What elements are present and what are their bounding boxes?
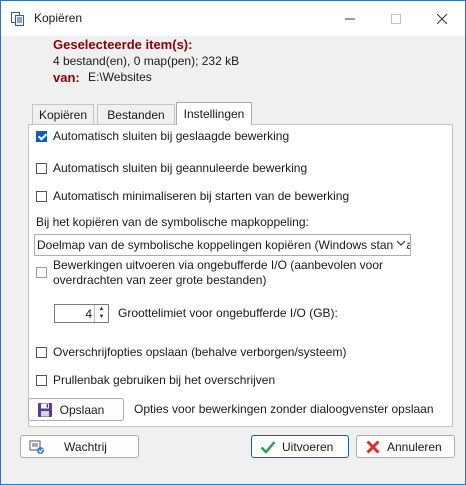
spin-up-icon[interactable]: ▲ [95, 305, 108, 313]
chevron-down-icon [394, 238, 406, 251]
copy-files-icon [11, 12, 24, 26]
cancel-button[interactable]: Annuleren [356, 435, 455, 458]
queue-icon [29, 440, 44, 454]
tab-label: Bestanden [107, 108, 165, 122]
close-button[interactable] [419, 1, 465, 36]
cancel-x-icon [366, 439, 380, 454]
cancel-label: Annuleren [387, 439, 442, 454]
save-overwrite-label: Overschrijfopties opslaan (behalve verbo… [53, 345, 347, 359]
tab-instellingen[interactable]: Instellingen [176, 102, 252, 125]
tab-label: Instellingen [183, 107, 245, 121]
auto-close-cancel-label: Automatisch sluiten bij geannuleerde bew… [53, 161, 308, 175]
save-options-note: Opties voor bewerkingen zonder dialoogve… [134, 402, 434, 416]
auto-minimize-checkbox[interactable] [36, 190, 47, 202]
symlink-label: Bij het kopiëren van de symbolische mapk… [36, 215, 309, 229]
auto-close-success-label: Automatisch sluiten bij geslaagde bewerk… [53, 129, 290, 143]
close-icon [437, 13, 447, 24]
auto-minimize-option[interactable]: Automatisch minimaliseren bij starten va… [36, 188, 349, 204]
floppy-disk-icon [38, 402, 52, 417]
source-path: E:\Websites [88, 70, 152, 84]
maximize-button [373, 1, 419, 36]
selected-items-value: 4 bestand(en), 0 map(pen); 232 kB [53, 54, 240, 68]
unbuffered-label: Bewerkingen uitvoeren via ongebufferde I… [53, 258, 383, 287]
recycle-bin-option[interactable]: Prullenbak gebruiken bij het overschrijv… [36, 372, 275, 388]
minimize-button[interactable] [327, 1, 373, 36]
save-overwrite-checkbox[interactable] [36, 346, 47, 358]
auto-close-success-checkbox[interactable] [36, 130, 47, 142]
auto-close-cancel-option[interactable]: Automatisch sluiten bij geannuleerde bew… [36, 160, 307, 176]
save-overwrite-option[interactable]: Overschrijfopties opslaan (behalve verbo… [36, 344, 346, 360]
buffer-limit-spinner[interactable]: 4 ▲ ▼ [54, 304, 109, 323]
checkmark-icon [260, 440, 276, 454]
queue-button[interactable]: Wachtrij [20, 435, 139, 458]
execute-button[interactable]: Uitvoeren [251, 435, 349, 458]
symlink-dropdown-value: Doelmap van de symbolische koppelingen k… [37, 238, 411, 252]
recycle-bin-label: Prullenbak gebruiken bij het overschrijv… [53, 373, 276, 387]
auto-close-success-option[interactable]: Automatisch sluiten bij geslaagde bewerk… [36, 128, 289, 144]
title-bar[interactable]: Kopiëren [1, 1, 465, 36]
unbuffered-checkbox[interactable] [36, 267, 47, 278]
tab-bestanden[interactable]: Bestanden [97, 104, 175, 124]
recycle-bin-checkbox[interactable] [36, 374, 47, 386]
symlink-dropdown[interactable]: Doelmap van de symbolische koppelingen k… [34, 234, 411, 256]
save-options-label: Opslaan [59, 402, 105, 417]
tab-kopieren[interactable]: Kopiëren [32, 104, 94, 124]
source-label: van: [53, 70, 80, 85]
execute-label: Uitvoeren [282, 439, 334, 454]
spin-down-icon[interactable]: ▼ [95, 313, 108, 321]
buffer-limit-value[interactable]: 4 [85, 307, 92, 321]
tab-label: Kopiëren [38, 108, 88, 122]
selected-items-label: Geselecteerde item(s): [53, 37, 193, 52]
minimize-icon [345, 18, 355, 19]
copy-dialog-window: Kopiëren Geselecteerde item(s): 4 bestan… [0, 0, 466, 485]
auto-minimize-label: Automatisch minimaliseren bij starten va… [53, 189, 350, 203]
window-title: Kopiëren [34, 11, 83, 25]
queue-label: Wachtrij [64, 439, 107, 454]
save-options-button[interactable]: Opslaan [28, 398, 124, 421]
spinner-buttons: ▲ ▼ [94, 305, 108, 322]
buffer-limit-label: Grootte­limiet voor ongebufferde I/O (GB… [118, 306, 338, 320]
auto-close-cancel-checkbox[interactable] [36, 162, 47, 174]
maximize-icon [391, 13, 401, 24]
